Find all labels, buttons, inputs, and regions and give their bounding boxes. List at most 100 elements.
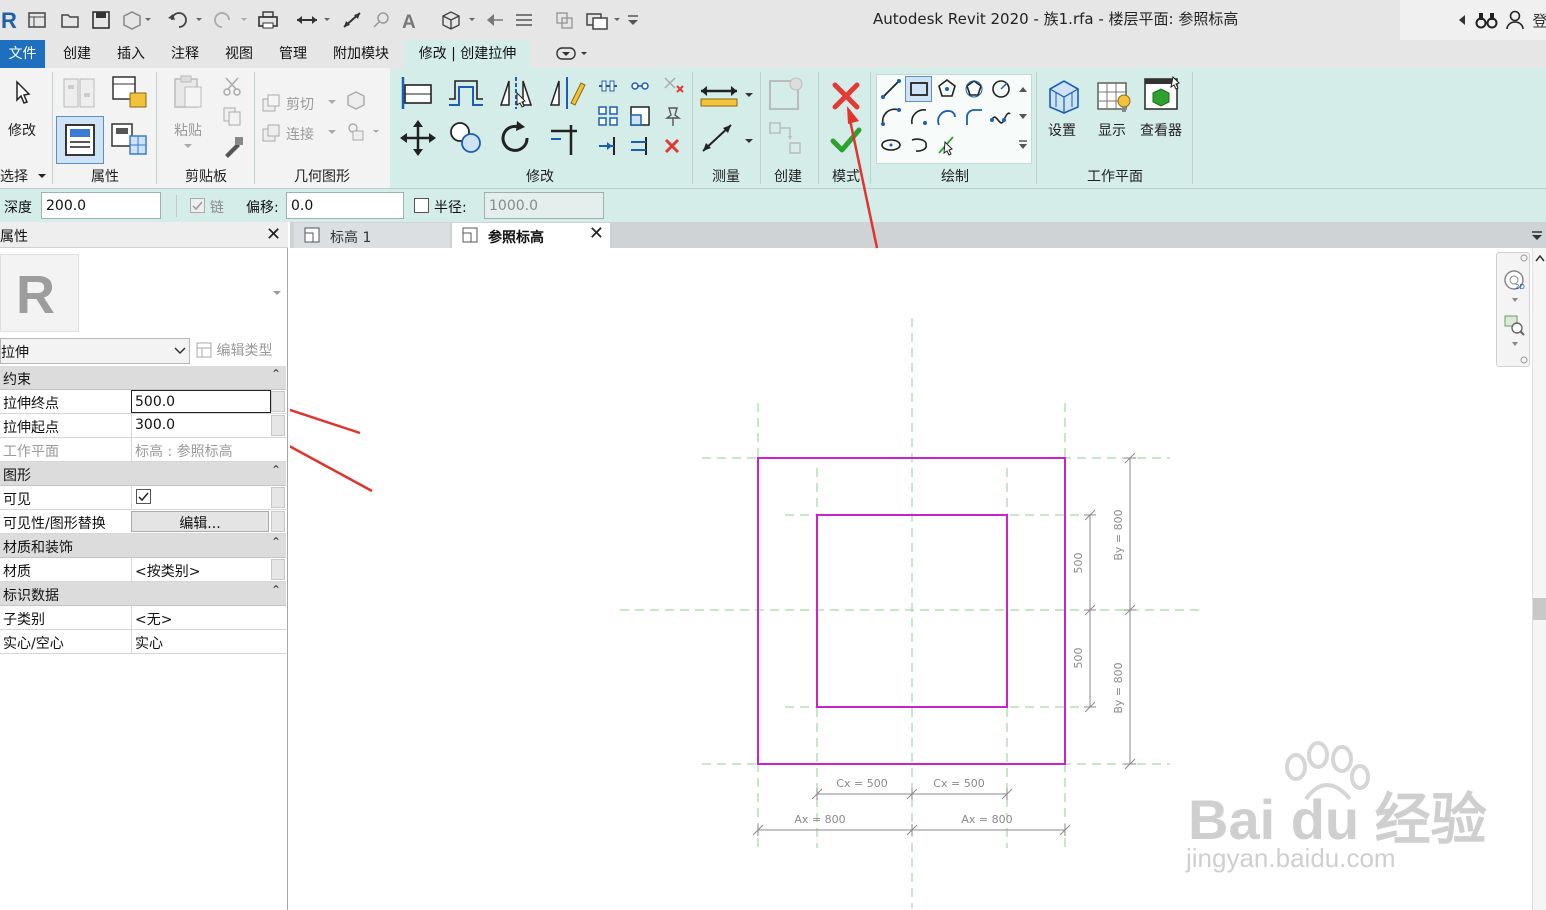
home-icon[interactable] bbox=[26, 8, 48, 32]
aligned-dimension-button[interactable] bbox=[696, 118, 756, 158]
draw-gallery-expand-icon[interactable] bbox=[1015, 136, 1031, 154]
group-button[interactable] bbox=[764, 118, 808, 158]
tab-create[interactable]: 创建 bbox=[53, 40, 101, 68]
pin-button[interactable] bbox=[660, 104, 684, 128]
draw-partial-ellipse-button[interactable] bbox=[905, 132, 932, 158]
tab-view[interactable]: 视图 bbox=[215, 40, 263, 68]
close-icon[interactable]: ✕ bbox=[589, 223, 604, 244]
properties-toggle-button[interactable] bbox=[56, 116, 104, 164]
scale-button[interactable] bbox=[628, 104, 652, 128]
thin-lines-icon[interactable] bbox=[512, 8, 536, 32]
prop-scrollbar[interactable] bbox=[271, 487, 285, 508]
draw-gallery-scroll-up-icon[interactable] bbox=[1015, 80, 1031, 98]
type-properties-button[interactable] bbox=[108, 118, 152, 162]
3d-view-icon[interactable] bbox=[438, 8, 478, 32]
show-workplane-button[interactable] bbox=[1092, 76, 1136, 116]
offset-input[interactable] bbox=[286, 192, 404, 219]
copy-button[interactable] bbox=[220, 104, 244, 128]
subcategory-value[interactable]: <无> bbox=[131, 606, 271, 629]
mirror-draw-axis-button[interactable] bbox=[546, 74, 588, 112]
draw-spline-button[interactable] bbox=[988, 104, 1014, 130]
tab-insert[interactable]: 插入 bbox=[107, 40, 155, 68]
print-icon[interactable] bbox=[255, 8, 281, 32]
group-constraints[interactable]: 约束 ⌃ bbox=[0, 366, 286, 390]
join-geometry-button[interactable] bbox=[260, 122, 282, 144]
measure-icon[interactable] bbox=[293, 8, 333, 32]
create-similar-button[interactable] bbox=[764, 74, 808, 114]
draw-fillet-arc-button[interactable] bbox=[961, 104, 987, 130]
extrusion-end-input[interactable]: 500.0 bbox=[131, 390, 271, 413]
dim-by-top[interactable]: By = 800 bbox=[1112, 509, 1125, 560]
tag-icon[interactable] bbox=[370, 8, 392, 32]
select-dropdown-icon[interactable] bbox=[36, 169, 48, 183]
array-button[interactable] bbox=[596, 104, 620, 128]
chain-checkbox[interactable] bbox=[190, 198, 205, 213]
draw-circumscribed-polygon-button[interactable] bbox=[961, 76, 987, 102]
solid-void-value[interactable]: 实心 bbox=[131, 630, 271, 653]
measure-between-references-button[interactable] bbox=[696, 76, 756, 114]
scroll-up-icon[interactable] bbox=[1534, 252, 1546, 264]
aligned-dimension-icon[interactable] bbox=[340, 8, 364, 32]
cut-geometry-button[interactable] bbox=[260, 92, 282, 114]
split-face-button[interactable] bbox=[344, 88, 368, 112]
sign-in-label[interactable]: 登 bbox=[1530, 8, 1546, 32]
join-dropdown-icon[interactable] bbox=[326, 126, 338, 138]
switch-windows-icon[interactable] bbox=[583, 8, 623, 32]
zoom-button[interactable] bbox=[1501, 313, 1527, 337]
delete-button[interactable] bbox=[660, 134, 684, 158]
revit-logo-icon[interactable]: R bbox=[0, 8, 20, 32]
radius-input[interactable] bbox=[484, 192, 604, 219]
radius-checkbox[interactable] bbox=[414, 198, 429, 213]
workplane-viewer-button[interactable] bbox=[1140, 74, 1184, 116]
dim-inner-bottom[interactable]: 500 bbox=[1072, 648, 1085, 669]
expand-left-icon[interactable] bbox=[1455, 8, 1469, 32]
nav-options-icon[interactable] bbox=[1519, 355, 1529, 365]
dim-ax-left[interactable]: Ax = 800 bbox=[794, 813, 845, 826]
finish-edit-mode-button[interactable] bbox=[826, 120, 866, 160]
view-tab-level-1[interactable]: 标高 1 bbox=[294, 223, 450, 248]
tab-annotate[interactable]: 注释 bbox=[161, 40, 209, 68]
draw-line-button[interactable] bbox=[878, 76, 904, 102]
group-graphics[interactable]: 图形 ⌃ bbox=[0, 462, 286, 486]
vis-override-edit-button[interactable]: 编辑... bbox=[131, 511, 269, 532]
prop-scrollbar[interactable] bbox=[271, 415, 285, 436]
customize-qat-icon[interactable] bbox=[624, 8, 642, 32]
move-button[interactable] bbox=[398, 118, 438, 158]
pick-lines-button[interactable] bbox=[934, 132, 960, 158]
view-tab-ref-level[interactable]: 参照标高 ✕ bbox=[452, 223, 610, 248]
cut-button[interactable] bbox=[220, 74, 244, 98]
open-icon[interactable] bbox=[60, 8, 82, 32]
offset-button[interactable] bbox=[444, 74, 488, 112]
instance-filter-select[interactable]: 拉伸 bbox=[0, 338, 190, 364]
dim-by-bottom[interactable]: By = 800 bbox=[1112, 662, 1125, 713]
rotate-button[interactable] bbox=[496, 118, 536, 158]
align-button[interactable] bbox=[396, 74, 438, 112]
prop-scrollbar[interactable] bbox=[271, 391, 285, 412]
save-icon[interactable] bbox=[90, 8, 112, 32]
text-icon[interactable]: A bbox=[398, 8, 422, 32]
dim-cx-left[interactable]: Cx = 500 bbox=[836, 777, 887, 790]
trim-extend-corner-button[interactable] bbox=[546, 118, 586, 158]
view-tabs-menu-icon[interactable] bbox=[1530, 228, 1544, 242]
paste-button[interactable] bbox=[168, 72, 208, 112]
sync-icon[interactable] bbox=[120, 8, 152, 32]
paste-dropdown-icon[interactable] bbox=[182, 140, 194, 152]
nav-close-icon[interactable] bbox=[1519, 253, 1529, 263]
set-workplane-button[interactable] bbox=[1042, 76, 1086, 116]
draw-tangent-arc-button[interactable] bbox=[934, 104, 960, 130]
dim-cx-right[interactable]: Cx = 500 bbox=[933, 777, 984, 790]
redo-icon[interactable] bbox=[210, 8, 250, 32]
zoom-dropdown-icon[interactable] bbox=[1509, 339, 1521, 349]
extrusion-start-input[interactable]: 300.0 bbox=[131, 414, 271, 437]
tab-addins[interactable]: 附加模块 bbox=[323, 40, 399, 68]
steering-wheel-button[interactable]: 2D bbox=[1501, 267, 1527, 293]
user-icon[interactable] bbox=[1504, 8, 1526, 32]
family-category-button[interactable] bbox=[108, 74, 152, 112]
cut-dropdown-icon[interactable] bbox=[326, 96, 338, 108]
type-selector-dropdown-icon[interactable] bbox=[270, 286, 284, 300]
binoculars-icon[interactable] bbox=[1474, 8, 1500, 32]
select-panel-label[interactable]: 选择 bbox=[0, 166, 28, 186]
tab-manage[interactable]: 管理 bbox=[269, 40, 317, 68]
copy-elements-button[interactable] bbox=[446, 118, 488, 158]
prop-scrollbar[interactable] bbox=[271, 511, 285, 532]
